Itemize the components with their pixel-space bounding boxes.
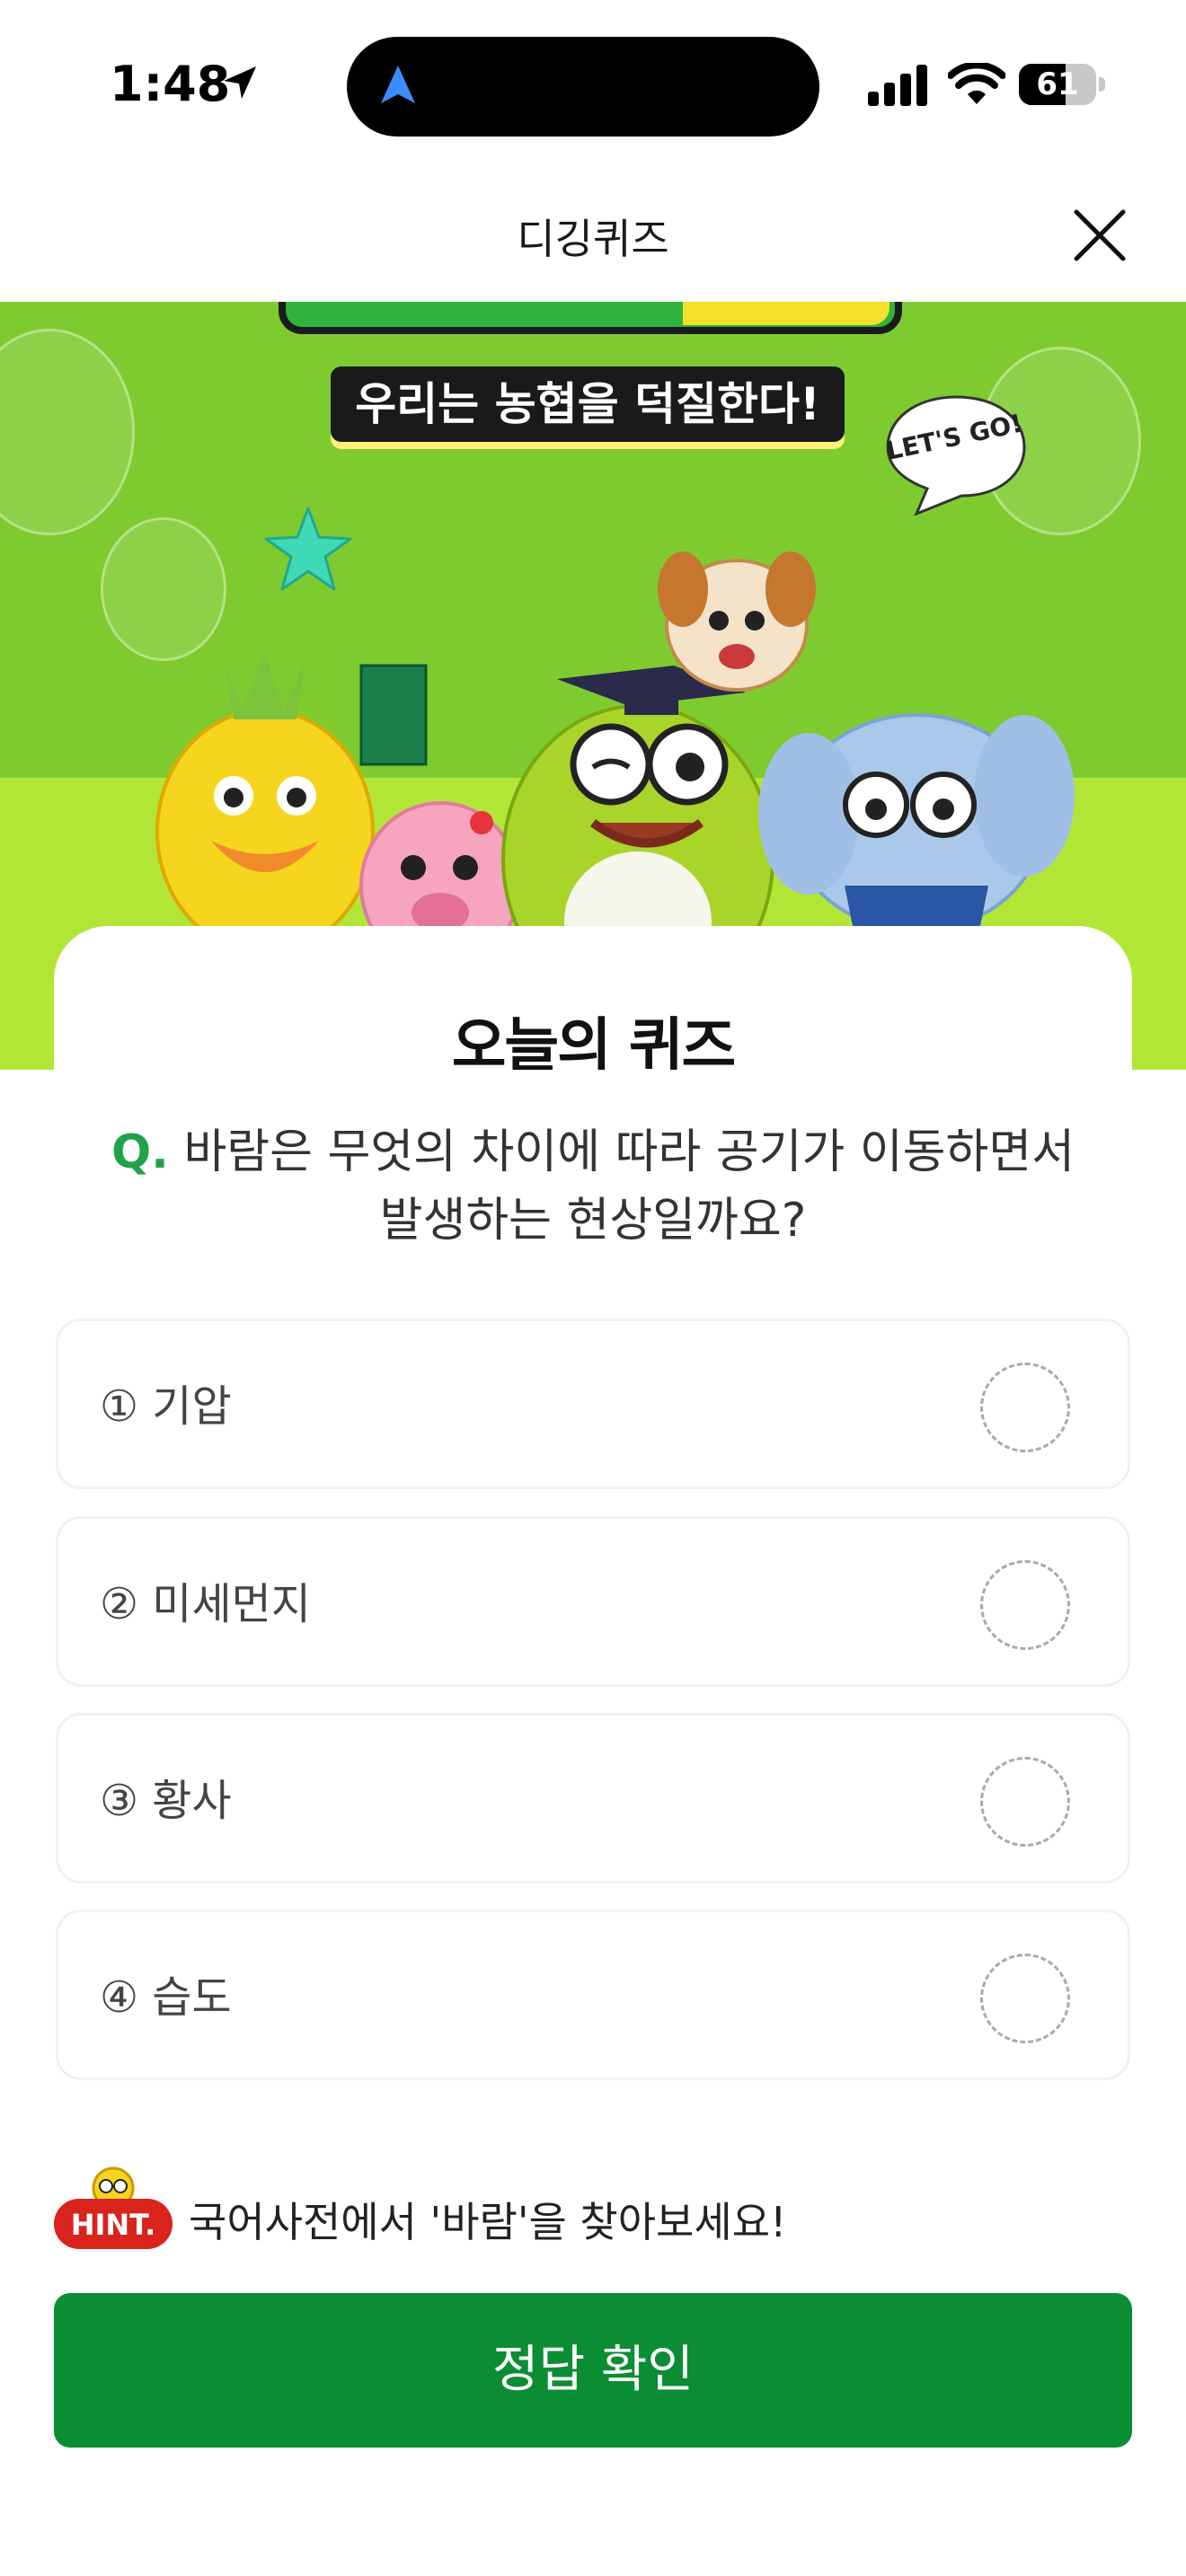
option-radio[interactable] — [980, 1954, 1070, 2043]
location-arrow-icon — [224, 66, 256, 99]
nav-header: 디깅퀴즈 — [0, 171, 1186, 302]
battery-percent: 61 — [1036, 66, 1079, 102]
hint-text: 국어사전에서 '바람'을 찾아보세요! — [189, 2198, 787, 2246]
hint-badge-label: HINT. — [71, 2208, 156, 2242]
hint-badge-icon: HINT. — [54, 2166, 173, 2249]
option-label: ② 미세먼지 — [100, 1579, 311, 1629]
answer-option-2[interactable]: ② 미세먼지 — [56, 1516, 1130, 1687]
check-answer-button[interactable]: 정답 확인 — [54, 2293, 1132, 2448]
quiz-banner: 우리는 농협을 덕질한다! LET'S GO! 오늘의 퀴즈 — [0, 302, 1186, 1070]
mascot-characters-illustration — [155, 551, 1075, 993]
option-label: ④ 습도 — [100, 1972, 232, 2023]
option-radio[interactable] — [980, 1757, 1070, 1847]
banner-slogan: 우리는 농협을 덕질한다! — [331, 366, 845, 442]
battery-indicator: 61 — [1019, 64, 1105, 105]
dynamic-island — [347, 37, 819, 137]
option-label: ③ 황사 — [100, 1776, 232, 1826]
page-title: 디깅퀴즈 — [517, 215, 669, 263]
speech-bubble-icon: LET'S GO! — [883, 395, 1026, 516]
check-answer-label: 정답 확인 — [492, 2341, 694, 2399]
banner-logo — [279, 302, 902, 334]
quiz-question: Q. 바람은 무엇의 차이에 따라 공기가 이동하면서 발생하는 현상일까요? — [90, 1118, 1096, 1255]
question-text: 바람은 무엇의 차이에 따라 공기가 이동하면서 발생하는 현상일까요? — [183, 1125, 1075, 1248]
answer-option-1[interactable]: ① 기압 — [56, 1319, 1130, 1489]
option-radio[interactable] — [980, 1560, 1070, 1650]
answer-option-4[interactable]: ④ 습도 — [56, 1910, 1130, 2080]
option-label: ① 기압 — [100, 1381, 232, 1432]
answer-option-3[interactable]: ③ 황사 — [56, 1713, 1130, 1883]
option-radio[interactable] — [980, 1363, 1070, 1452]
balloon-decoration — [0, 329, 135, 535]
status-time: 1:48 — [110, 56, 231, 112]
quiz-card-top: 오늘의 퀴즈 — [54, 926, 1132, 1070]
question-prefix: Q. — [111, 1125, 169, 1179]
cellular-signal-icon — [868, 65, 927, 106]
navigation-icon — [381, 66, 415, 103]
close-icon[interactable] — [1064, 199, 1136, 271]
section-title: 오늘의 퀴즈 — [54, 998, 1132, 1070]
status-bar: 1:48 61 — [0, 0, 1186, 171]
wifi-icon — [948, 63, 1005, 104]
